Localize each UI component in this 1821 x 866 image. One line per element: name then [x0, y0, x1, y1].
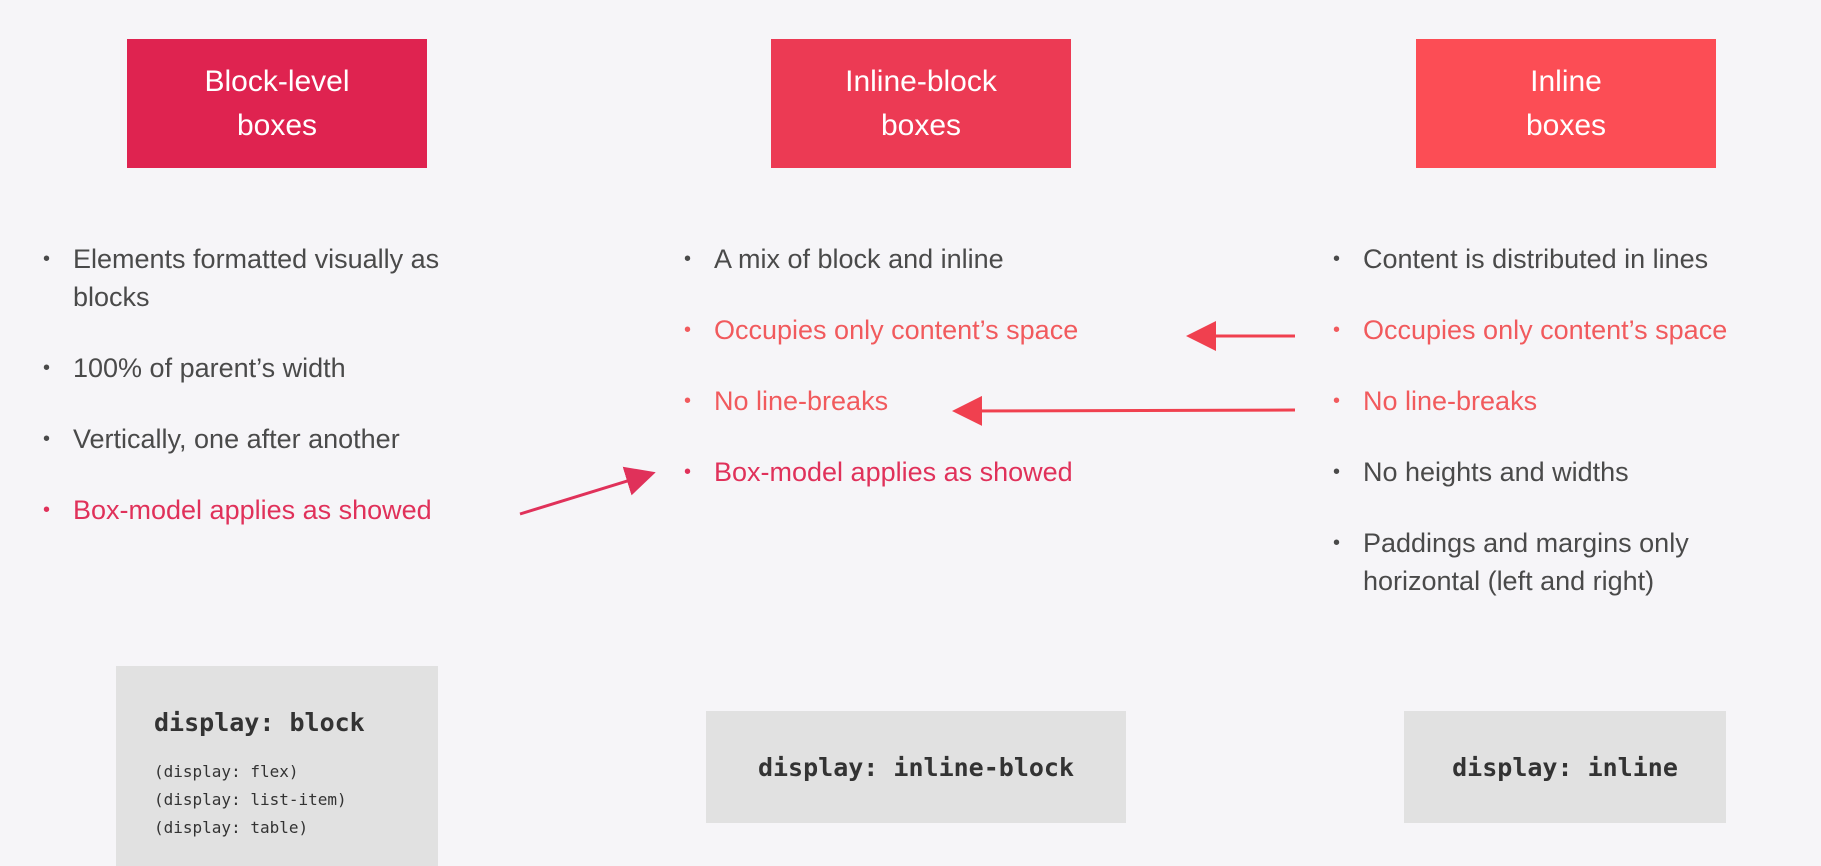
- display-block-code: display: block (display: flex) (display:…: [116, 666, 438, 866]
- arrow-block-to-inline-block-box-model: [519, 466, 656, 516]
- code-main: display: inline: [1452, 752, 1678, 782]
- arrow-to-inline-block-no-line-breaks: [952, 395, 1296, 426]
- code-main: display: block: [154, 708, 365, 737]
- code-sub: (display: table): [154, 818, 309, 837]
- code-main: display: inline-block: [757, 752, 1075, 782]
- display-inline-block-code: display: inline-block: [706, 711, 1126, 823]
- code-sub: (display: list-item): [154, 790, 347, 809]
- code-sub: (display: flex): [154, 762, 299, 781]
- display-inline-code: display: inline: [1404, 711, 1726, 823]
